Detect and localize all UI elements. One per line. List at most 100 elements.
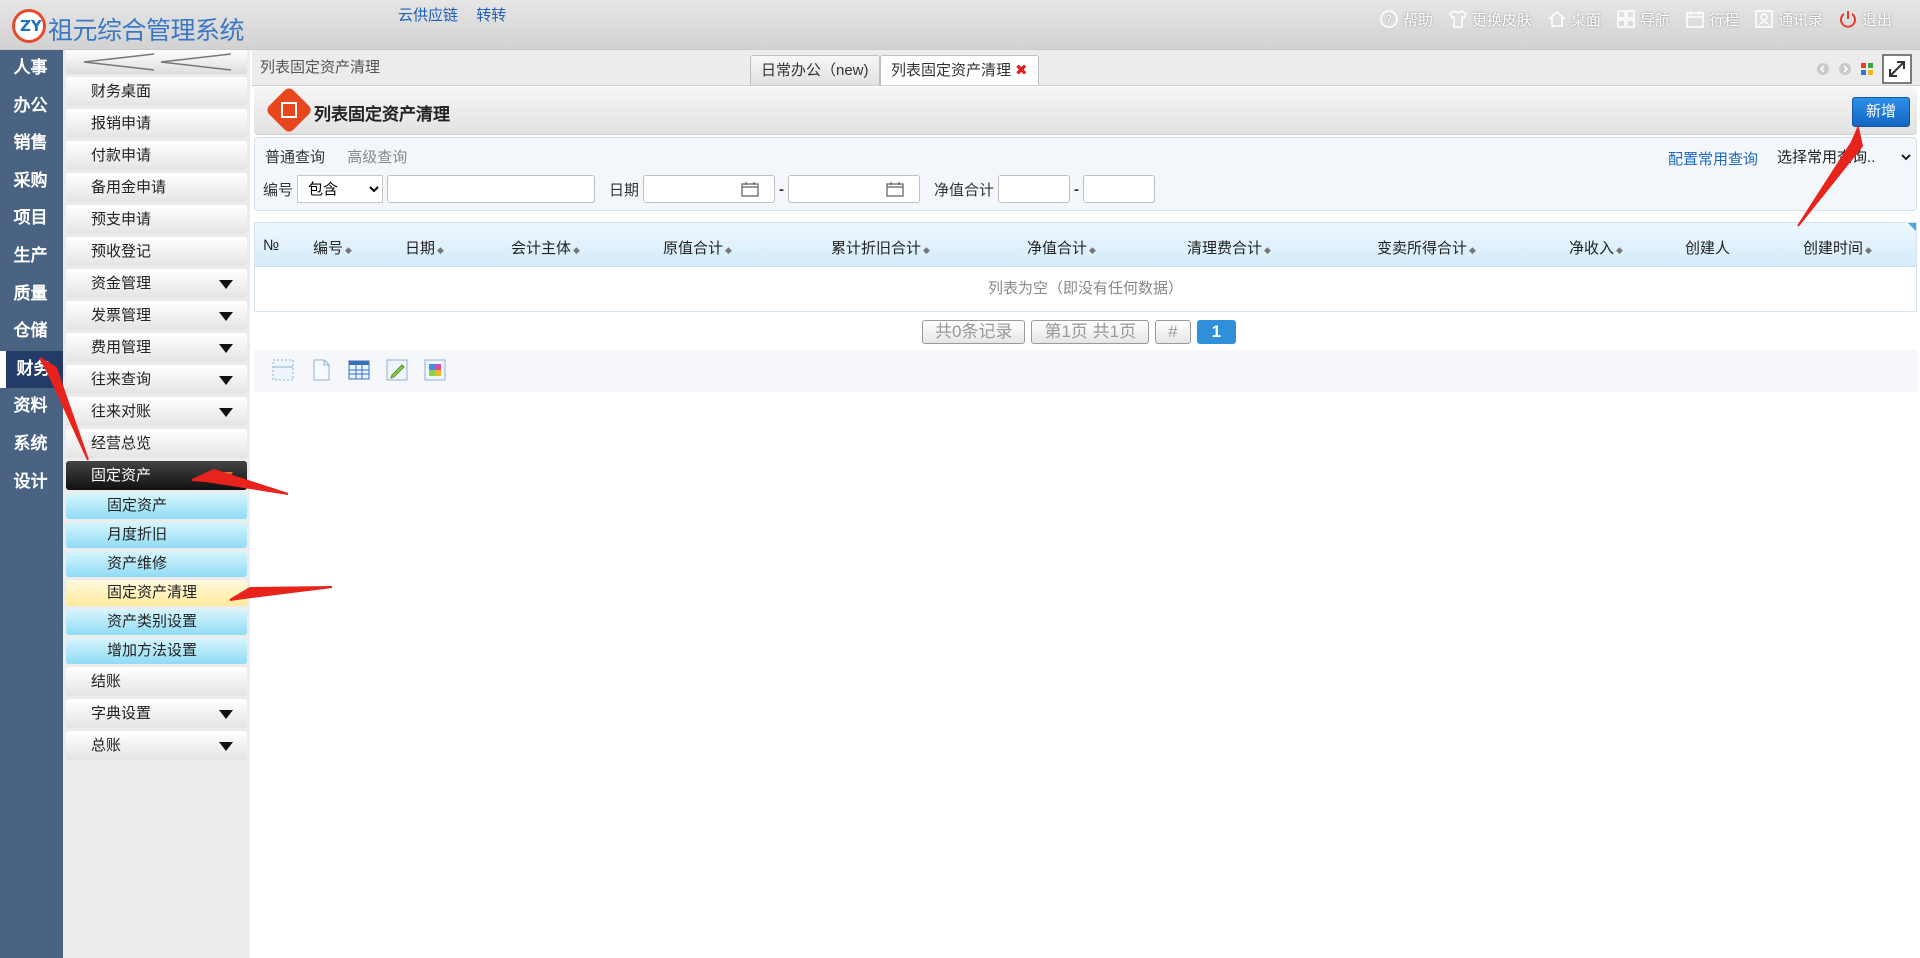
- fullscreen-icon[interactable]: [1882, 54, 1912, 84]
- submenu-add-method[interactable]: 增加方法设置: [66, 638, 247, 664]
- menu-account-reconcile-label: 往来对账: [91, 403, 152, 420]
- menu-dictionary[interactable]: 字典设置: [66, 699, 247, 728]
- page-jump-button[interactable]: #: [1155, 320, 1191, 344]
- edit-icon[interactable]: [384, 357, 410, 383]
- menu-account-reconcile[interactable]: 往来对账: [66, 397, 247, 426]
- search-tabs: 普通查询 高级查询: [265, 146, 407, 167]
- home-icon: [1548, 10, 1566, 27]
- search-panel: 普通查询 高级查询 配置常用查询 选择常用查询.. 编号 包含 日期 - 净值合…: [254, 137, 1917, 211]
- calendar-icon[interactable]: [741, 181, 759, 197]
- module-design[interactable]: 设计: [0, 464, 63, 502]
- col-date[interactable]: 日期 ◆: [405, 237, 444, 258]
- page-button-1[interactable]: 1: [1196, 320, 1237, 344]
- col-net-income[interactable]: 净收入 ◆: [1569, 237, 1623, 258]
- menu-fixed-assets[interactable]: 固定资产: [66, 461, 247, 490]
- svg-text:?: ?: [1386, 13, 1392, 26]
- module-finance[interactable]: 财务: [0, 350, 63, 389]
- col-accumulated-depreciation[interactable]: 累计折旧合计 ◆: [831, 237, 930, 258]
- col-disposal-cost[interactable]: 清理费合计 ◆: [1187, 237, 1271, 258]
- net-value-max-input[interactable]: [1083, 175, 1156, 203]
- caret-down-icon: [219, 376, 233, 385]
- close-icon[interactable]: ✖: [1015, 62, 1028, 79]
- page-icon[interactable]: [308, 357, 334, 383]
- module-data[interactable]: 资料: [0, 388, 63, 426]
- sort-icon: ◆: [923, 245, 930, 255]
- desktop-button[interactable]: 桌面: [1546, 8, 1601, 30]
- sort-icon: ◆: [1264, 245, 1271, 255]
- contacts-label: 通讯录: [1777, 11, 1823, 29]
- col-code[interactable]: 编号 ◆: [313, 237, 352, 258]
- date-from: [643, 175, 776, 203]
- table-icon[interactable]: [346, 357, 372, 383]
- menu-cost-management[interactable]: 费用管理: [66, 333, 247, 362]
- contacts-button[interactable]: 通讯录: [1753, 8, 1823, 30]
- scroll-left-icon[interactable]: [1816, 62, 1830, 76]
- tab-asset-disposal-list[interactable]: 列表固定资产清理 ✖: [880, 55, 1039, 85]
- calendar-icon[interactable]: [886, 181, 904, 197]
- submenu-fixed-assets[interactable]: 固定资产: [66, 493, 247, 519]
- menu-advance-request[interactable]: 预支申请: [66, 205, 247, 234]
- tab-advanced-search[interactable]: 高级查询: [347, 149, 407, 166]
- module-warehouse[interactable]: 仓储: [0, 313, 63, 351]
- module-office[interactable]: 办公: [0, 88, 63, 126]
- change-skin-button[interactable]: 更换皮肤: [1447, 8, 1532, 30]
- tiles-icon[interactable]: [1860, 62, 1874, 76]
- submenu-asset-repair[interactable]: 资产维修: [66, 551, 247, 577]
- scroll-right-icon[interactable]: [1838, 62, 1852, 76]
- logout-label: 退出: [1861, 11, 1892, 29]
- menu-fund-management[interactable]: 资金管理: [66, 269, 247, 298]
- module-sales[interactable]: 销售: [0, 125, 63, 163]
- col-net-value-label: 净值合计: [1027, 240, 1088, 257]
- col-created-time[interactable]: 创建时间 ◆: [1803, 237, 1872, 258]
- desktop-label: 桌面: [1570, 11, 1601, 29]
- module-purchase[interactable]: 采购: [0, 163, 63, 201]
- content-area: 列表固定资产清理 日常办公（new) 列表固定资产清理 ✖ 列表固定资产清理 新增…: [252, 50, 1920, 958]
- col-net-value[interactable]: 净值合计 ◆: [1027, 237, 1096, 258]
- menu-account-query[interactable]: 往来查询: [66, 365, 247, 394]
- menu-payment-request[interactable]: 付款申请: [66, 141, 247, 170]
- sort-icon: ◆: [725, 245, 732, 255]
- col-created-time-label: 创建时间: [1803, 240, 1864, 257]
- menu-petty-cash[interactable]: 备用金申请: [66, 173, 247, 202]
- submenu-asset-disposal[interactable]: 固定资产清理: [66, 580, 247, 606]
- sort-icon: ◆: [1616, 245, 1623, 255]
- module-system[interactable]: 系统: [0, 426, 63, 464]
- menu-expense-claim[interactable]: 报销申请: [66, 109, 247, 138]
- puzzle-icon[interactable]: [422, 357, 448, 383]
- tab-asset-disposal-label: 列表固定资产清理: [891, 62, 1012, 79]
- col-sale-proceeds[interactable]: 变卖所得合计 ◆: [1377, 237, 1476, 258]
- schedule-button[interactable]: 行程: [1684, 8, 1739, 30]
- module-hr[interactable]: 人事: [0, 50, 63, 88]
- menu-invoice-management[interactable]: 发票管理: [66, 301, 247, 330]
- menu-general-ledger[interactable]: 总账: [66, 731, 247, 760]
- module-project[interactable]: 项目: [0, 200, 63, 238]
- code-input[interactable]: [387, 175, 596, 203]
- navigation-button[interactable]: 导航: [1615, 8, 1670, 30]
- net-value-min-input[interactable]: [998, 175, 1071, 203]
- caret-down-icon: [219, 312, 233, 321]
- tab-daily-office[interactable]: 日常办公（new): [750, 55, 880, 85]
- menu-business-overview[interactable]: 经营总览: [66, 429, 247, 458]
- toolbar: ? 帮助 更换皮肤 桌面 导航 行程 通讯录 退出: [1378, 8, 1892, 30]
- config-common-query-link[interactable]: 配置常用查询: [1668, 148, 1758, 169]
- col-entity[interactable]: 会计主体 ◆: [511, 237, 580, 258]
- submenu-monthly-depreciation[interactable]: 月度折旧: [66, 522, 247, 548]
- select-icon[interactable]: [270, 357, 296, 383]
- code-operator-select[interactable]: 包含: [297, 175, 384, 203]
- link-cloud-supply-chain[interactable]: 云供应链: [398, 7, 458, 24]
- menu-finance-desk[interactable]: 财务桌面: [66, 77, 247, 106]
- module-production[interactable]: 生产: [0, 238, 63, 276]
- help-button[interactable]: ? 帮助: [1378, 8, 1433, 30]
- new-button[interactable]: 新增: [1852, 97, 1910, 127]
- power-icon: [1840, 11, 1856, 28]
- common-query-select[interactable]: 选择常用查询..: [1773, 144, 1914, 170]
- tab-normal-search[interactable]: 普通查询: [265, 149, 325, 166]
- module-quality[interactable]: 质量: [0, 276, 63, 314]
- col-original-value[interactable]: 原值合计 ◆: [663, 237, 732, 258]
- collapse-menu-button[interactable]: [66, 50, 247, 74]
- submenu-asset-category[interactable]: 资产类别设置: [66, 609, 247, 635]
- logout-button[interactable]: 退出: [1837, 8, 1892, 30]
- menu-advance-receipt[interactable]: 预收登记: [66, 237, 247, 266]
- menu-closing[interactable]: 结账: [66, 667, 247, 696]
- link-zhuanzhuan[interactable]: 转转: [476, 7, 506, 24]
